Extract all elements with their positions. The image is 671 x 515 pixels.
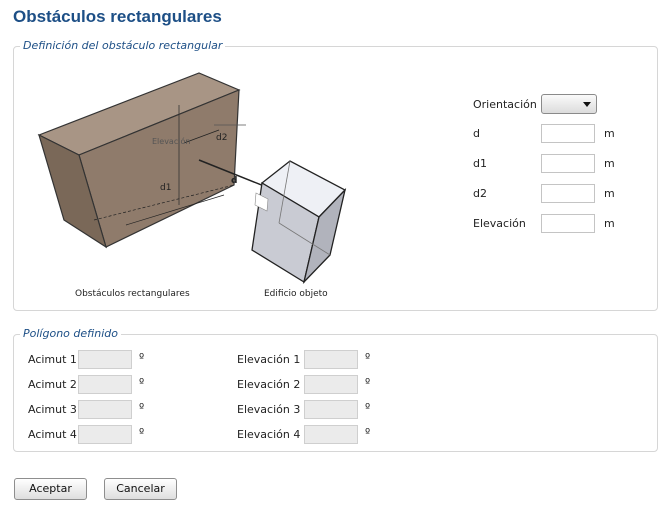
azimut-3-unit: º: [139, 401, 145, 414]
d1-label: d1: [473, 157, 487, 170]
elevation-4-unit: º: [365, 426, 371, 439]
azimut-2-field: [78, 375, 132, 394]
page-title: Obstáculos rectangulares: [13, 7, 222, 26]
elevation-2-unit: º: [365, 376, 371, 389]
azimut-1-unit: º: [139, 351, 145, 364]
polygon-legend: Polígono definido: [20, 327, 121, 340]
elevation-2-field: [304, 375, 358, 394]
cancel-button[interactable]: Cancelar: [104, 478, 177, 500]
caption-building: Edificio objeto: [264, 289, 328, 299]
d1-input[interactable]: [541, 154, 595, 173]
elevation-label: Elevación: [473, 217, 526, 230]
d2-label: d2: [473, 187, 487, 200]
elevation-1-field: [304, 350, 358, 369]
obstacle-diagram-image: [37, 72, 347, 285]
diagram-label-elevacion: Elevación: [152, 137, 191, 146]
d2-unit: m: [604, 187, 615, 200]
diagram-label-d: d: [231, 176, 238, 186]
elevation-input[interactable]: [541, 214, 595, 233]
elevation-3-field: [304, 400, 358, 419]
d1-unit: m: [604, 157, 615, 170]
azimut-3-field: [78, 400, 132, 419]
azimut-4-unit: º: [139, 426, 145, 439]
elevation-3-label: Elevación 3: [237, 403, 301, 416]
chevron-down-icon: [583, 102, 591, 107]
azimut-2-unit: º: [139, 376, 145, 389]
polygon-panel: Polígono definido Acimut 1 º Elevación 1…: [13, 327, 658, 452]
orientation-label: Orientación: [473, 98, 537, 111]
azimut-4-field: [78, 425, 132, 444]
d2-input[interactable]: [541, 184, 595, 203]
d-input[interactable]: [541, 124, 595, 143]
definition-legend: Definición del obstáculo rectangular: [20, 39, 226, 52]
diagram-label-d1: d1: [160, 183, 172, 193]
definition-panel: Definición del obstáculo rectangular Ele…: [13, 39, 658, 311]
elevation-unit: m: [604, 217, 615, 230]
obstacle-diagram: Elevación d2 d1 d Obstáculos rectangular…: [34, 65, 364, 299]
elevation-4-label: Elevación 4: [237, 428, 301, 441]
azimut-1-label: Acimut 1: [28, 353, 77, 366]
d-unit: m: [604, 127, 615, 140]
orientation-select[interactable]: [541, 94, 597, 114]
diagram-label-d2: d2: [216, 133, 228, 143]
accept-button[interactable]: Aceptar: [14, 478, 87, 500]
caption-obstacles: Obstáculos rectangulares: [75, 289, 190, 299]
elevation-2-label: Elevación 2: [237, 378, 301, 391]
azimut-4-label: Acimut 4: [28, 428, 77, 441]
elevation-3-unit: º: [365, 401, 371, 414]
d-label: d: [473, 127, 480, 140]
elevation-1-label: Elevación 1: [237, 353, 301, 366]
azimut-3-label: Acimut 3: [28, 403, 77, 416]
elevation-1-unit: º: [365, 351, 371, 364]
elevation-4-field: [304, 425, 358, 444]
azimut-1-field: [78, 350, 132, 369]
azimut-2-label: Acimut 2: [28, 378, 77, 391]
